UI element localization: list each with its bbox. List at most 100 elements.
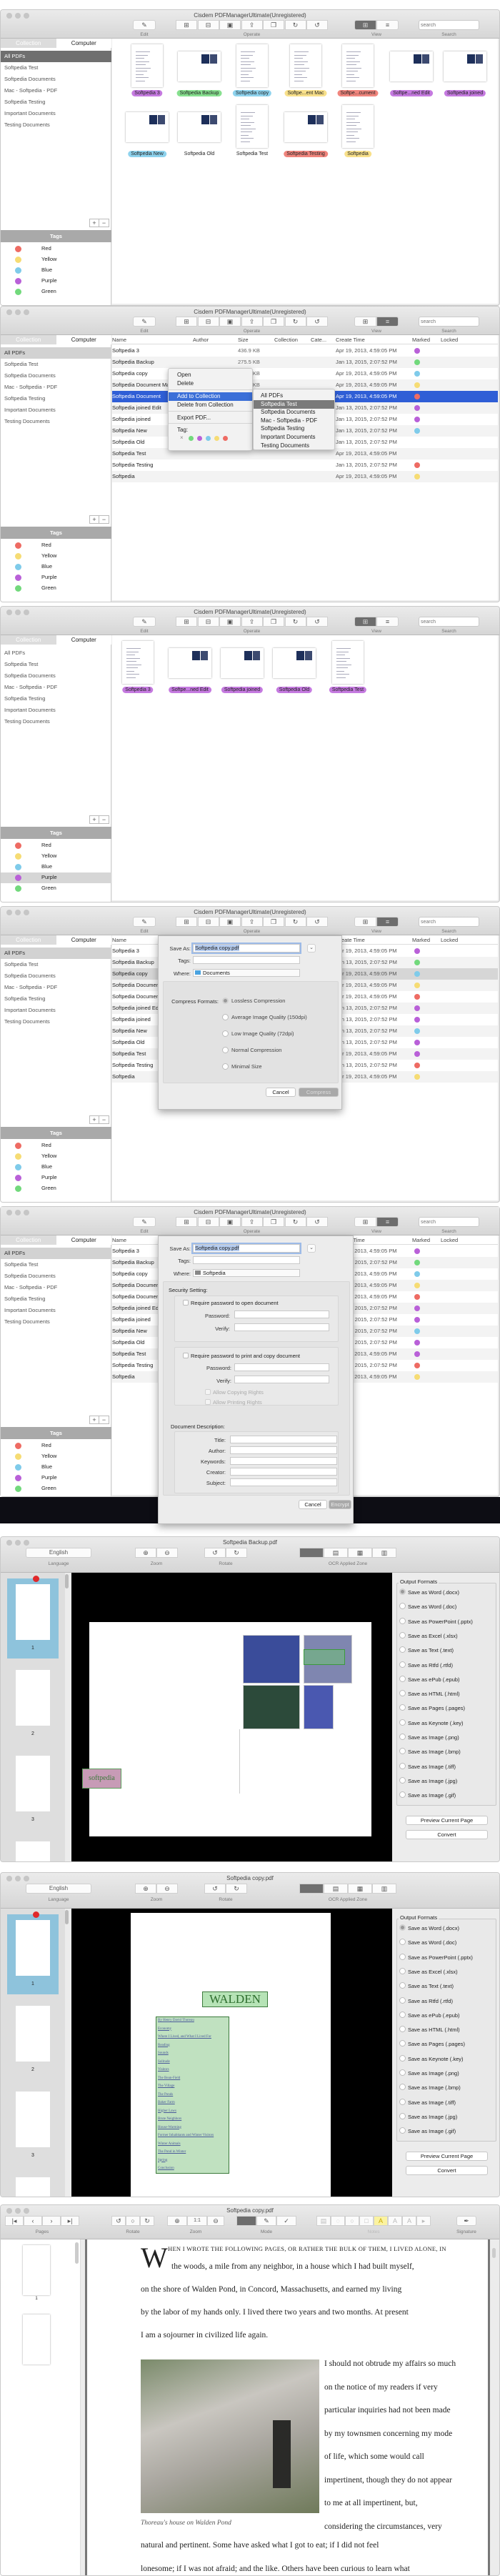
toc-entry[interactable]: Brute Neighbors [158,2117,181,2121]
allow-copying-checkbox[interactable] [205,1389,211,1395]
tab-collection[interactable]: Collection [1,935,56,945]
tab-computer[interactable]: Computer [56,39,111,48]
submenu-item[interactable]: Mac - Softpedia - PDF [254,417,334,425]
column-header[interactable]: Marked [412,335,430,344]
page-thumbnail[interactable]: 1 [7,1914,59,1994]
search-input[interactable] [419,617,479,627]
page-thumbnail[interactable] [23,2245,50,2295]
copy-button[interactable]: ❐ [263,617,284,627]
compress-option-radio[interactable] [222,1047,229,1053]
export-button[interactable]: ⇪ [241,617,263,627]
tag-item[interactable]: Purple [1,1173,111,1183]
submenu-item[interactable]: Softpedia Testing [254,424,334,433]
description-field-input[interactable] [230,1457,337,1465]
page-thumbnail[interactable]: 2 [7,2000,59,2080]
add-remove-collection[interactable]: + − [89,1416,109,1424]
language-select[interactable]: English [26,1884,91,1894]
tab-computer[interactable]: Computer [56,935,111,945]
copy-button[interactable]: ❐ [263,20,284,30]
edit-button[interactable]: ✎ [133,20,156,30]
expand-panel-button[interactable]: ⌄ [307,944,316,953]
sidebar-item[interactable]: Softpedia Test [1,1259,111,1270]
add-remove-collection[interactable]: + − [89,219,109,227]
toc-entry[interactable]: Where I Lived, and What I Lived For [158,2035,211,2039]
table-row[interactable]: Softpedia Testing Jan 13, 2015, 2:07:52 P… [112,459,498,471]
submenu-item[interactable]: Softpedia Documents [254,408,334,417]
markup-mode-button[interactable]: ✓ [276,2216,296,2226]
view-list-button[interactable]: ≡ [376,317,399,327]
view-list-button[interactable]: ≡ [376,1217,399,1227]
tag-color-option[interactable] [189,436,194,441]
zone-select-button[interactable] [299,1548,324,1558]
tag-item[interactable]: Purple [1,1473,111,1483]
sidebar-item[interactable]: Important Documents [1,108,111,119]
submenu-item[interactable]: Important Documents [254,433,334,442]
column-header[interactable]: Name [112,1235,126,1245]
tag-item[interactable]: Yellow [1,551,111,562]
tag-item[interactable]: Red [1,540,111,551]
sidebar-item[interactable]: Softpedia Documents [1,970,111,982]
comment-button[interactable]: ◌ [331,2216,345,2226]
rotate-right-button[interactable]: ↻ [226,1884,247,1894]
add-collection-button[interactable]: + [90,816,99,823]
tag-item[interactable]: Green [1,1483,111,1494]
copy-button[interactable]: ❐ [263,1217,284,1227]
tag-item[interactable]: Purple [1,572,111,583]
sidebar-item[interactable]: Softpedia Documents [1,1270,111,1282]
reset-rotation-button[interactable]: ○ [126,2216,140,2226]
view-list-button[interactable]: ≡ [376,617,399,627]
print-password-input[interactable] [234,1363,329,1371]
page-thumbnail[interactable]: 4 [7,2172,59,2197]
column-header[interactable]: Marked [412,935,430,945]
page-thumbnail[interactable]: 2 [7,1664,59,1744]
sidebar-item[interactable]: Important Documents [1,404,111,416]
tags-input[interactable] [193,956,300,964]
search-input[interactable] [419,917,479,927]
tag-item[interactable]: Purple [1,276,111,287]
export-button[interactable]: ⇪ [241,20,263,30]
context-menu-item[interactable]: Open [169,371,252,379]
output-format-radio[interactable] [399,1776,406,1784]
sidebar-item[interactable]: Important Documents [1,705,111,716]
tag-item[interactable]: Red [1,244,111,254]
edit-button[interactable]: ✎ [133,617,156,627]
sidebar-item[interactable]: Softpedia Testing [1,1293,111,1305]
zoom-out-button[interactable]: ⊖ [156,1548,178,1558]
sidebar-item[interactable]: Testing Documents [1,1316,111,1328]
table-row[interactable]: Softpedia Backup 275.5 KB Jan 13, 2015, 2:… [112,357,498,368]
compress-option-radio[interactable] [222,1014,229,1020]
zone-select-button[interactable] [299,1884,324,1894]
thumbnail-scrollbar[interactable] [75,2242,79,2264]
sidebar-item[interactable]: Softpedia Testing [1,993,111,1005]
zoom-in-button[interactable]: ⊕ [135,1884,156,1894]
sidebar-item[interactable]: Softpedia Test [1,659,111,670]
compress-option-radio[interactable] [222,998,229,1004]
sidebar-item[interactable]: All PDFs [1,948,111,959]
tag-item[interactable]: Green [1,1183,111,1194]
search-input[interactable] [419,317,479,327]
toc-entry[interactable]: The Ponds [158,2093,173,2097]
sidebar-item[interactable]: Softpedia Documents [1,74,111,85]
column-header[interactable]: Locked [441,1235,458,1245]
output-format-radio[interactable] [399,2098,406,2105]
output-format-radio[interactable] [399,1617,406,1624]
tag-item[interactable]: Red [1,1441,111,1451]
remove-collection-button[interactable]: − [99,816,109,823]
description-field-input[interactable] [230,1478,337,1486]
edit-button[interactable]: ✎ [133,917,156,927]
toc-entry[interactable]: Spring [158,2159,167,2162]
page-thumbnail[interactable] [23,2314,50,2364]
merge-button[interactable]: ⊟ [197,917,219,927]
circle-button[interactable]: ○ [345,2216,359,2226]
cancel-button[interactable]: Cancel [266,1088,296,1097]
sidebar-item[interactable]: Important Documents [1,1005,111,1016]
open-password-checkbox[interactable] [183,1300,189,1306]
zone-image-button[interactable]: ▦ [348,1548,372,1558]
search-input[interactable] [419,20,479,30]
sidebar-item[interactable]: Softpedia Test [1,959,111,970]
column-header[interactable]: Locked [441,335,458,344]
toc-entry[interactable]: Conclusion [158,2167,174,2170]
first-page-button[interactable]: |◂ [5,2216,24,2226]
ocr-button[interactable]: ↺ [306,317,328,327]
where-select[interactable]: Documents [193,969,300,977]
